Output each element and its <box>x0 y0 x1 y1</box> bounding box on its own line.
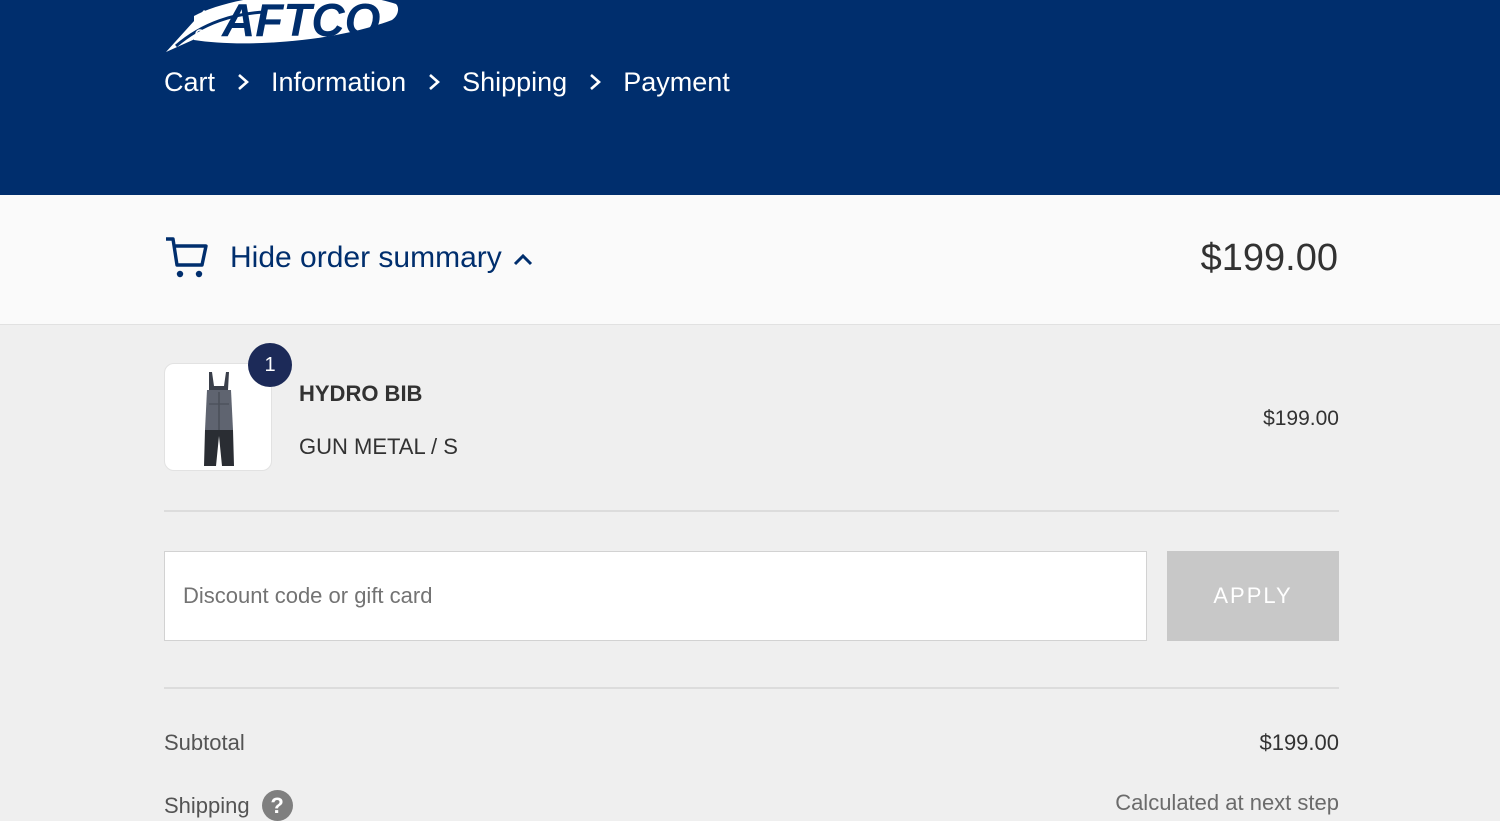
divider <box>164 510 1339 512</box>
apply-discount-button[interactable]: APPLY <box>1167 551 1339 641</box>
subtotal-label: Subtotal <box>164 730 245 755</box>
chevron-right-icon <box>429 74 441 90</box>
breadcrumb-information[interactable]: Information <box>271 67 406 98</box>
breadcrumb-shipping[interactable]: Shipping <box>462 67 567 98</box>
toggle-label: Hide order summary <box>230 241 502 274</box>
breadcrumb-payment: Payment <box>623 66 730 97</box>
shipping-row: Shipping ? Calculated at next step <box>164 790 1339 821</box>
breadcrumb-cart[interactable]: Cart <box>164 67 215 98</box>
chevron-right-icon <box>238 74 249 90</box>
question-icon[interactable]: ? <box>261 790 293 821</box>
line-item: 1 HYDRO BIB GUN METAL / S $199.00 <box>164 343 1339 475</box>
shipping-label: Shipping <box>164 792 250 818</box>
checkout-header: AFTCO Cart Information Shipping Payment <box>0 0 1500 195</box>
shipping-value: Calculated at next step <box>1115 790 1339 815</box>
bib-pants-image <box>204 372 234 466</box>
cart-icon <box>166 237 208 278</box>
hide-order-summary-toggle[interactable]: Hide order summary <box>164 235 534 281</box>
divider <box>164 687 1339 689</box>
subtotal-row: Subtotal $199.00 <box>164 730 1339 760</box>
summary-total-price: $199.00 <box>1200 237 1338 279</box>
product-price: $199.00 <box>1263 407 1339 430</box>
svg-text:AFTCO: AFTCO <box>221 0 381 46</box>
chevron-right-icon <box>590 74 602 90</box>
product-name: HYDRO BIB <box>299 381 423 406</box>
product-variant: GUN METAL / S <box>299 434 458 459</box>
quantity-badge: 1 <box>248 343 292 387</box>
subtotal-value: $199.00 <box>1259 730 1339 755</box>
breadcrumb: Cart Information Shipping Payment <box>164 64 730 100</box>
chevron-up-icon <box>513 253 532 266</box>
aftco-logo[interactable]: AFTCO <box>164 0 404 54</box>
order-summary-toggle-bar: Hide order summary $199.00 <box>0 195 1500 325</box>
shipping-label-group: Shipping ? <box>164 790 293 821</box>
discount-code-input[interactable] <box>164 551 1147 641</box>
